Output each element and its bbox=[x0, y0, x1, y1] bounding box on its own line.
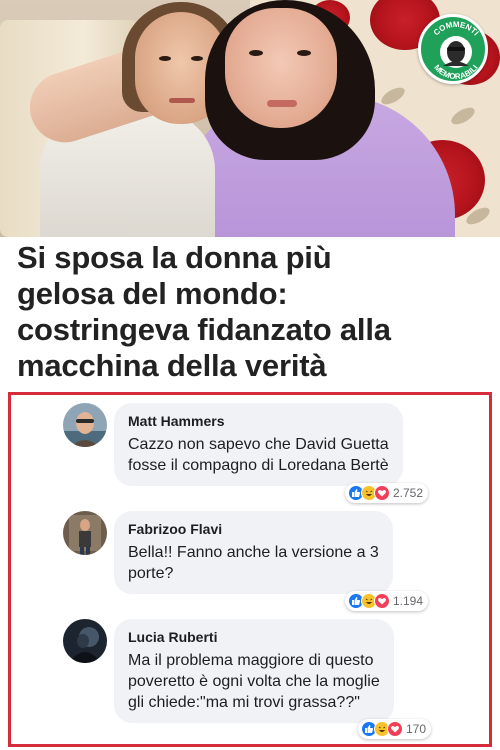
svg-text:COMMENTI: COMMENTI bbox=[432, 20, 481, 37]
reactions-summary[interactable]: 1.194 bbox=[345, 591, 429, 611]
reactions-summary[interactable]: 170 bbox=[358, 719, 432, 739]
comment-author[interactable]: Lucia Ruberti bbox=[128, 628, 380, 646]
avatar[interactable] bbox=[63, 619, 107, 663]
comment-text: Ma il problema maggiore di questo povere… bbox=[128, 652, 380, 711]
woman-face bbox=[225, 8, 337, 128]
headline-line: gelosa del mondo: bbox=[17, 276, 288, 311]
headline-line: Si sposa la donna più bbox=[17, 240, 332, 275]
comment-author[interactable]: Matt Hammers bbox=[128, 412, 389, 430]
reactions-summary[interactable]: 2.752 bbox=[345, 483, 429, 503]
love-icon bbox=[387, 721, 403, 737]
comment-text: Bella!! Fanno anche la versione a 3 port… bbox=[128, 544, 379, 582]
comment-author[interactable]: Fabrizoo Flavi bbox=[128, 520, 379, 538]
headline-line: macchina della verità bbox=[17, 348, 327, 383]
comment-bubble: Lucia Ruberti Ma il problema maggiore di… bbox=[114, 619, 394, 723]
avatar[interactable] bbox=[63, 511, 107, 555]
commenti-memorabili-logo: COMMENTI MEMORABILI bbox=[418, 14, 488, 84]
comments-frame: Matt Hammers Cazzo non sapevo che David … bbox=[8, 392, 492, 747]
news-photo: COMMENTI MEMORABILI bbox=[0, 0, 500, 237]
reaction-count: 170 bbox=[406, 722, 427, 736]
headline-line: costringeva fidanzato alla bbox=[17, 312, 391, 347]
comment-bubble: Fabrizoo Flavi Bella!! Fanno anche la ve… bbox=[114, 511, 393, 594]
reaction-count: 2.752 bbox=[393, 486, 424, 500]
headline: Si sposa la donna più gelosa del mondo: … bbox=[17, 240, 492, 384]
comment-bubble: Matt Hammers Cazzo non sapevo che David … bbox=[114, 403, 403, 486]
love-icon bbox=[374, 593, 390, 609]
avatar[interactable] bbox=[63, 403, 107, 447]
reaction-count: 1.194 bbox=[393, 594, 424, 608]
comment-text: Cazzo non sapevo che David Guetta fosse … bbox=[128, 436, 389, 474]
love-icon bbox=[374, 485, 390, 501]
